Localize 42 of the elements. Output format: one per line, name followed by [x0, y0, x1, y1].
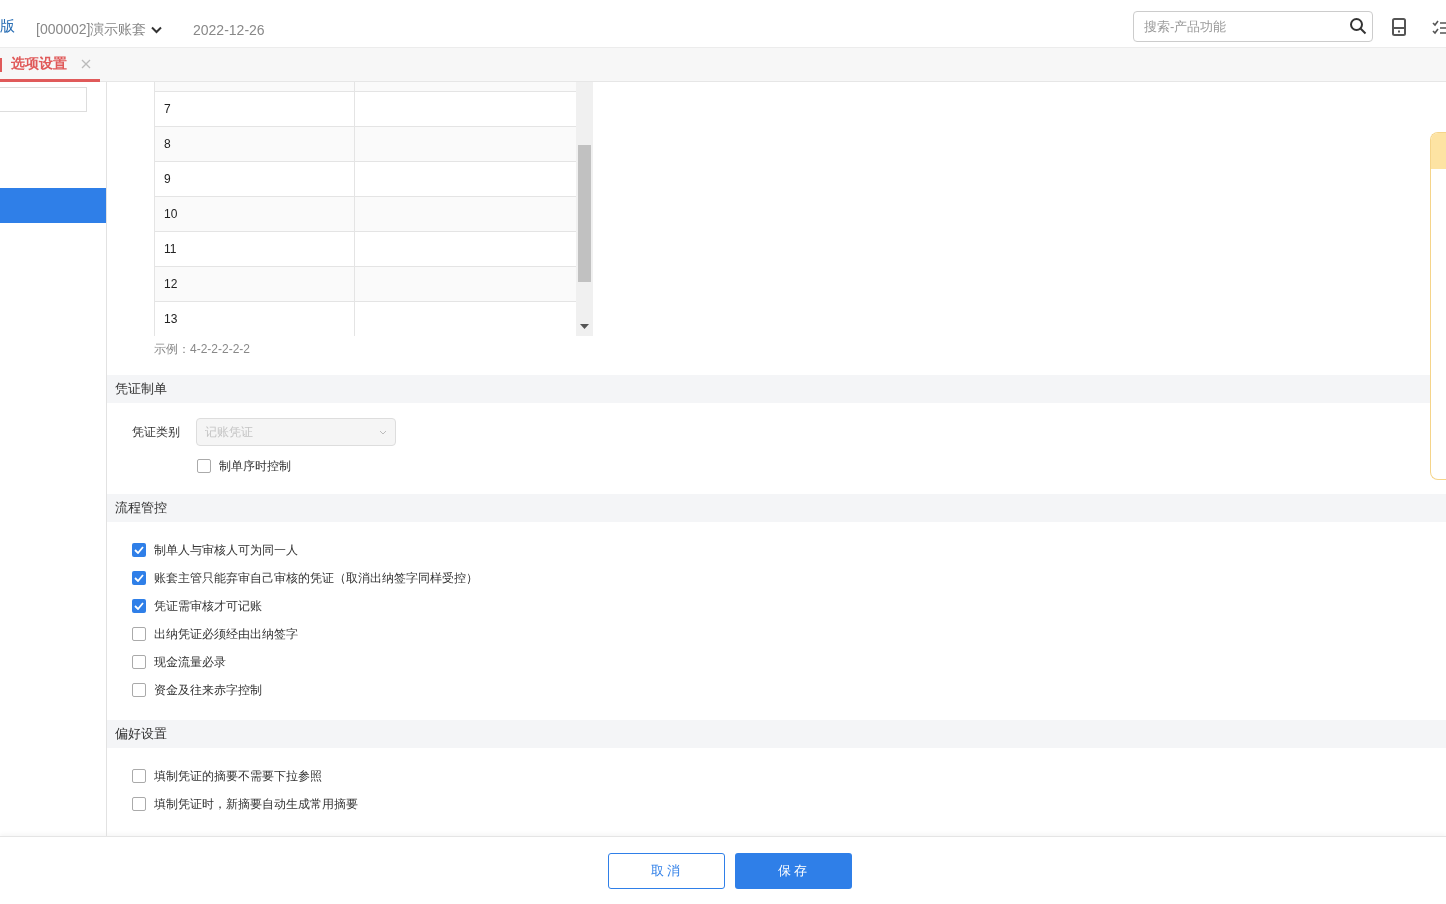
chevron-icon [150, 25, 162, 34]
checkbox[interactable] [132, 599, 146, 613]
account-dropdown[interactable]: [000002]演示账套 [36, 19, 162, 40]
close-icon[interactable] [81, 58, 91, 69]
search-icon[interactable] [1349, 17, 1367, 35]
example-text: 示例：4-2-2-2-2-2 [154, 341, 252, 358]
checklist-icon[interactable] [1432, 19, 1446, 36]
table-cell: 12 [155, 267, 355, 301]
checkbox-label[interactable]: 填制凭证的摘要不需要下拉参照 [154, 767, 322, 785]
save-button[interactable]: 保存 [735, 852, 852, 889]
table-cell: 7 [155, 92, 355, 126]
checkbox[interactable] [132, 627, 146, 641]
checkbox[interactable] [132, 769, 146, 783]
cancel-button[interactable]: 取消 [608, 852, 725, 889]
checkbox-label[interactable]: 现金流量必录 [154, 653, 226, 671]
scroll-down-icon[interactable] [580, 324, 589, 330]
checkbox-label[interactable]: 凭证需审核才可记账 [154, 597, 262, 615]
search-field[interactable]: 搜索-产品功能 [1133, 11, 1373, 42]
table-cell: 10 [155, 197, 355, 231]
checkbox[interactable] [132, 655, 146, 669]
table-cell: 13 [155, 302, 355, 336]
section-header: 流程管控 [107, 494, 1446, 522]
checkbox-label[interactable]: 填制凭证时，新摘要自动生成常用摘要 [154, 795, 358, 813]
checkbox-label[interactable]: 账套主管只能弃审自己审核的凭证（取消出纳签字同样受控） [154, 569, 478, 587]
checkbox[interactable] [132, 543, 146, 557]
checkbox-label[interactable]: 制单人与审核人可为同一人 [154, 541, 298, 559]
table-cell: 11 [155, 232, 355, 266]
table-cell: 8 [155, 127, 355, 161]
filter-field[interactable] [0, 87, 87, 112]
field-label: 凭证类别 [132, 424, 180, 441]
checkbox-label[interactable]: 资金及往来赤字控制 [154, 681, 262, 699]
section-header: 偏好设置 [107, 720, 1446, 748]
checkbox[interactable] [132, 797, 146, 811]
checkbox[interactable] [132, 571, 146, 585]
checkbox-label[interactable]: 出纳凭证必须经由出纳签字 [154, 625, 298, 643]
table-cell: 9 [155, 162, 355, 196]
chevron-icon [379, 429, 387, 435]
checkbox[interactable] [132, 683, 146, 697]
calculator-icon[interactable] [1392, 18, 1406, 36]
date-text: 2022-12-26 [193, 21, 265, 40]
brand-text: 版 [0, 16, 15, 36]
scrollbar[interactable] [576, 82, 593, 336]
